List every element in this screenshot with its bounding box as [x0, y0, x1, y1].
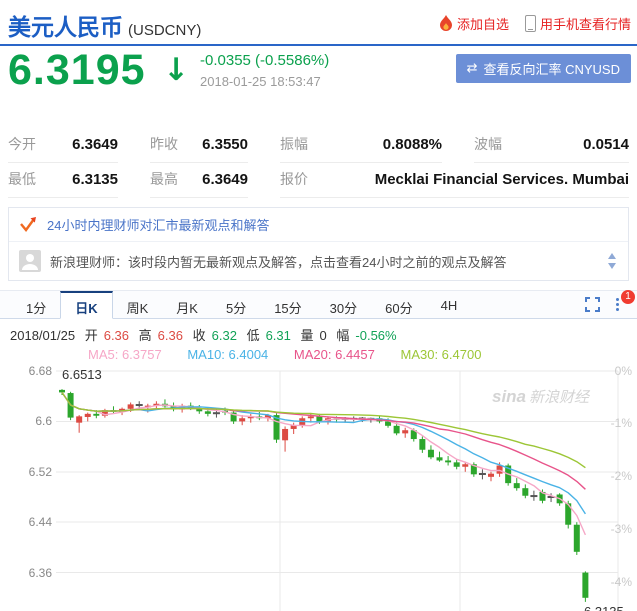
stat-value: 0.8088%	[382, 136, 442, 153]
low-price-marker: 6.3135	[584, 604, 624, 611]
pct-axis-label: 0%	[614, 364, 632, 378]
advisor-panel: 24小时内理财师对汇市最新观点和解答 新浪理财师：该时段内暂无最新观点及解答，点…	[8, 207, 629, 281]
stat-amplitude: 振幅 0.8088%	[280, 128, 442, 163]
add-watchlist-label: 添加自选	[456, 17, 509, 32]
quote-timestamp: 2018-01-25 18:53:47	[200, 74, 321, 89]
stat-range: 波幅 0.0514	[474, 128, 629, 163]
price-change: -0.0355 (-0.5586%)	[200, 52, 330, 69]
period-tabbar: 1分 日K 周K 月K 5分 15分 30分 60分 4H 1	[0, 290, 637, 319]
y-axis-label: 6.36	[28, 566, 52, 580]
ohlc-readout: 2018/01/25 开 6.36 高 6.36 收 6.32 低 6.31 量0 幅-…	[0, 319, 637, 344]
instrument-name: 美元人民币	[8, 14, 123, 40]
tab-5min[interactable]: 5分	[212, 291, 260, 318]
quote-section: 6.3195 ↓ -0.0355 (-0.5586%) 2018-01-25 1…	[0, 46, 637, 120]
stat-value: 6.3135	[72, 171, 118, 188]
pct-axis-label: -1%	[610, 416, 632, 430]
swap-icon: ⇄	[466, 61, 478, 76]
stat-quote-source: 报价 Mecklai Financial Services. Mumbai	[280, 163, 629, 198]
high-value: 6.36	[157, 328, 183, 343]
range-label: 幅	[336, 328, 350, 343]
low-label: 低	[246, 328, 260, 343]
high-price-marker: 6.6513	[62, 367, 102, 382]
stat-open: 今开 6.3649	[8, 128, 118, 163]
mobile-view-label: 用手机查看行情	[539, 17, 631, 32]
reverse-rate-button[interactable]: ⇄ 查看反向汇率 CNYUSD	[455, 54, 631, 83]
close-label: 收	[192, 328, 206, 343]
ma-readout: MA5: 6.3757 MA10: 6.4004 MA20: 6.4457 MA…	[0, 344, 637, 362]
stats-table: 今开 6.3649 昨收 6.3550 振幅 0.8088% 波幅 0.0514…	[0, 120, 637, 198]
stat-label: 今开	[8, 136, 36, 152]
advisor-message-row[interactable]: 新浪理财师：该时段内暂无最新观点及解答，点击查看24小时之前的观点及解答	[9, 242, 628, 280]
open-label: 开	[84, 328, 98, 343]
advisor-title-text: 24小时内理财师对汇市最新观点和解答	[47, 218, 270, 233]
pct-axis-label: -2%	[610, 469, 632, 483]
advisor-title-link[interactable]: 24小时内理财师对汇市最新观点和解答	[9, 208, 628, 242]
stat-label: 最低	[8, 171, 36, 187]
stat-value: 6.3649	[202, 171, 248, 188]
stat-value: 0.0514	[583, 136, 629, 153]
pct-axis-label: -3%	[610, 522, 632, 536]
phone-icon	[524, 15, 536, 32]
stat-label: 振幅	[280, 136, 308, 152]
close-value: 6.32	[211, 328, 237, 343]
ma30-value: MA30: 6.4700	[400, 347, 482, 362]
trend-check-icon	[20, 217, 36, 232]
tab-1min[interactable]: 1分	[12, 291, 60, 318]
down-arrow-icon: ↓	[163, 52, 189, 88]
tab-weekly-k[interactable]: 周K	[113, 291, 163, 318]
tab-daily-k[interactable]: 日K	[60, 291, 113, 319]
person-icon	[22, 254, 38, 270]
tab-30min[interactable]: 30分	[316, 291, 371, 318]
watermark-text: 新浪财经	[529, 389, 590, 406]
watermark-brand: sina	[492, 387, 527, 406]
pct-axis-label: -4%	[610, 575, 632, 589]
stat-high: 最高 6.3649	[150, 163, 248, 198]
tab-4h[interactable]: 4H	[427, 291, 472, 318]
ohlc-date: 2018/01/25	[10, 328, 76, 343]
stat-label: 昨收	[150, 136, 178, 152]
stat-prev-close: 昨收 6.3550	[150, 128, 248, 163]
mobile-view-link[interactable]: 用手机查看行情	[524, 14, 631, 33]
tab-monthly-k[interactable]: 月K	[162, 291, 212, 318]
stat-value: 6.3550	[202, 136, 248, 153]
volume-value: 0	[319, 328, 327, 343]
y-axis-label: 6.52	[28, 465, 52, 479]
watermark: sina 新浪财经	[492, 386, 589, 407]
scroll-up-arrow[interactable]	[608, 253, 616, 259]
page-header: 美元人民币 (USDCNY) 添加自选 用手机查看行情	[0, 0, 637, 46]
stat-label: 报价	[280, 171, 308, 187]
scroll-down-arrow[interactable]	[608, 263, 616, 269]
stat-label: 波幅	[474, 136, 502, 152]
page-title: 美元人民币 (USDCNY)	[8, 8, 201, 42]
fullscreen-icon[interactable]	[585, 297, 600, 312]
stat-value: 6.3649	[72, 136, 118, 153]
ma20-value: MA20: 6.4457	[293, 347, 375, 362]
avatar	[19, 250, 41, 272]
kline-chart: 6.68 6.6 6.52 6.44 6.36 6.28 0% -1% -2% …	[0, 364, 637, 611]
low-value: 6.31	[265, 328, 291, 343]
tab-15min[interactable]: 15分	[260, 291, 315, 318]
current-price: 6.3195	[8, 46, 146, 94]
tab-60min[interactable]: 60分	[371, 291, 426, 318]
instrument-symbol: (USDCNY)	[128, 22, 202, 39]
stat-value: Mecklai Financial Services. Mumbai	[374, 171, 629, 188]
high-label: 高	[138, 328, 152, 343]
stat-label: 最高	[150, 171, 178, 187]
flame-icon	[439, 15, 452, 31]
notification-badge: 1	[621, 290, 635, 304]
volume-label: 量	[300, 328, 314, 343]
ma5-value: MA5: 6.3757	[88, 347, 162, 362]
advisor-message: 新浪理财师：该时段内暂无最新观点及解答，点击查看24小时之前的观点及解答	[50, 254, 507, 270]
y-axis-label: 6.68	[28, 364, 52, 378]
reverse-rate-label: 查看反向汇率 CNYUSD	[483, 62, 620, 77]
range-value: -0.56%	[355, 328, 397, 343]
y-axis-label: 6.44	[28, 515, 52, 529]
add-watchlist-link[interactable]: 添加自选	[439, 14, 509, 33]
open-value: 6.36	[103, 328, 130, 343]
stat-low: 最低 6.3135	[8, 163, 118, 198]
y-axis-label: 6.6	[35, 414, 52, 428]
more-menu-icon[interactable]: 1	[616, 290, 635, 311]
ma10-value: MA10: 6.4004	[187, 347, 269, 362]
